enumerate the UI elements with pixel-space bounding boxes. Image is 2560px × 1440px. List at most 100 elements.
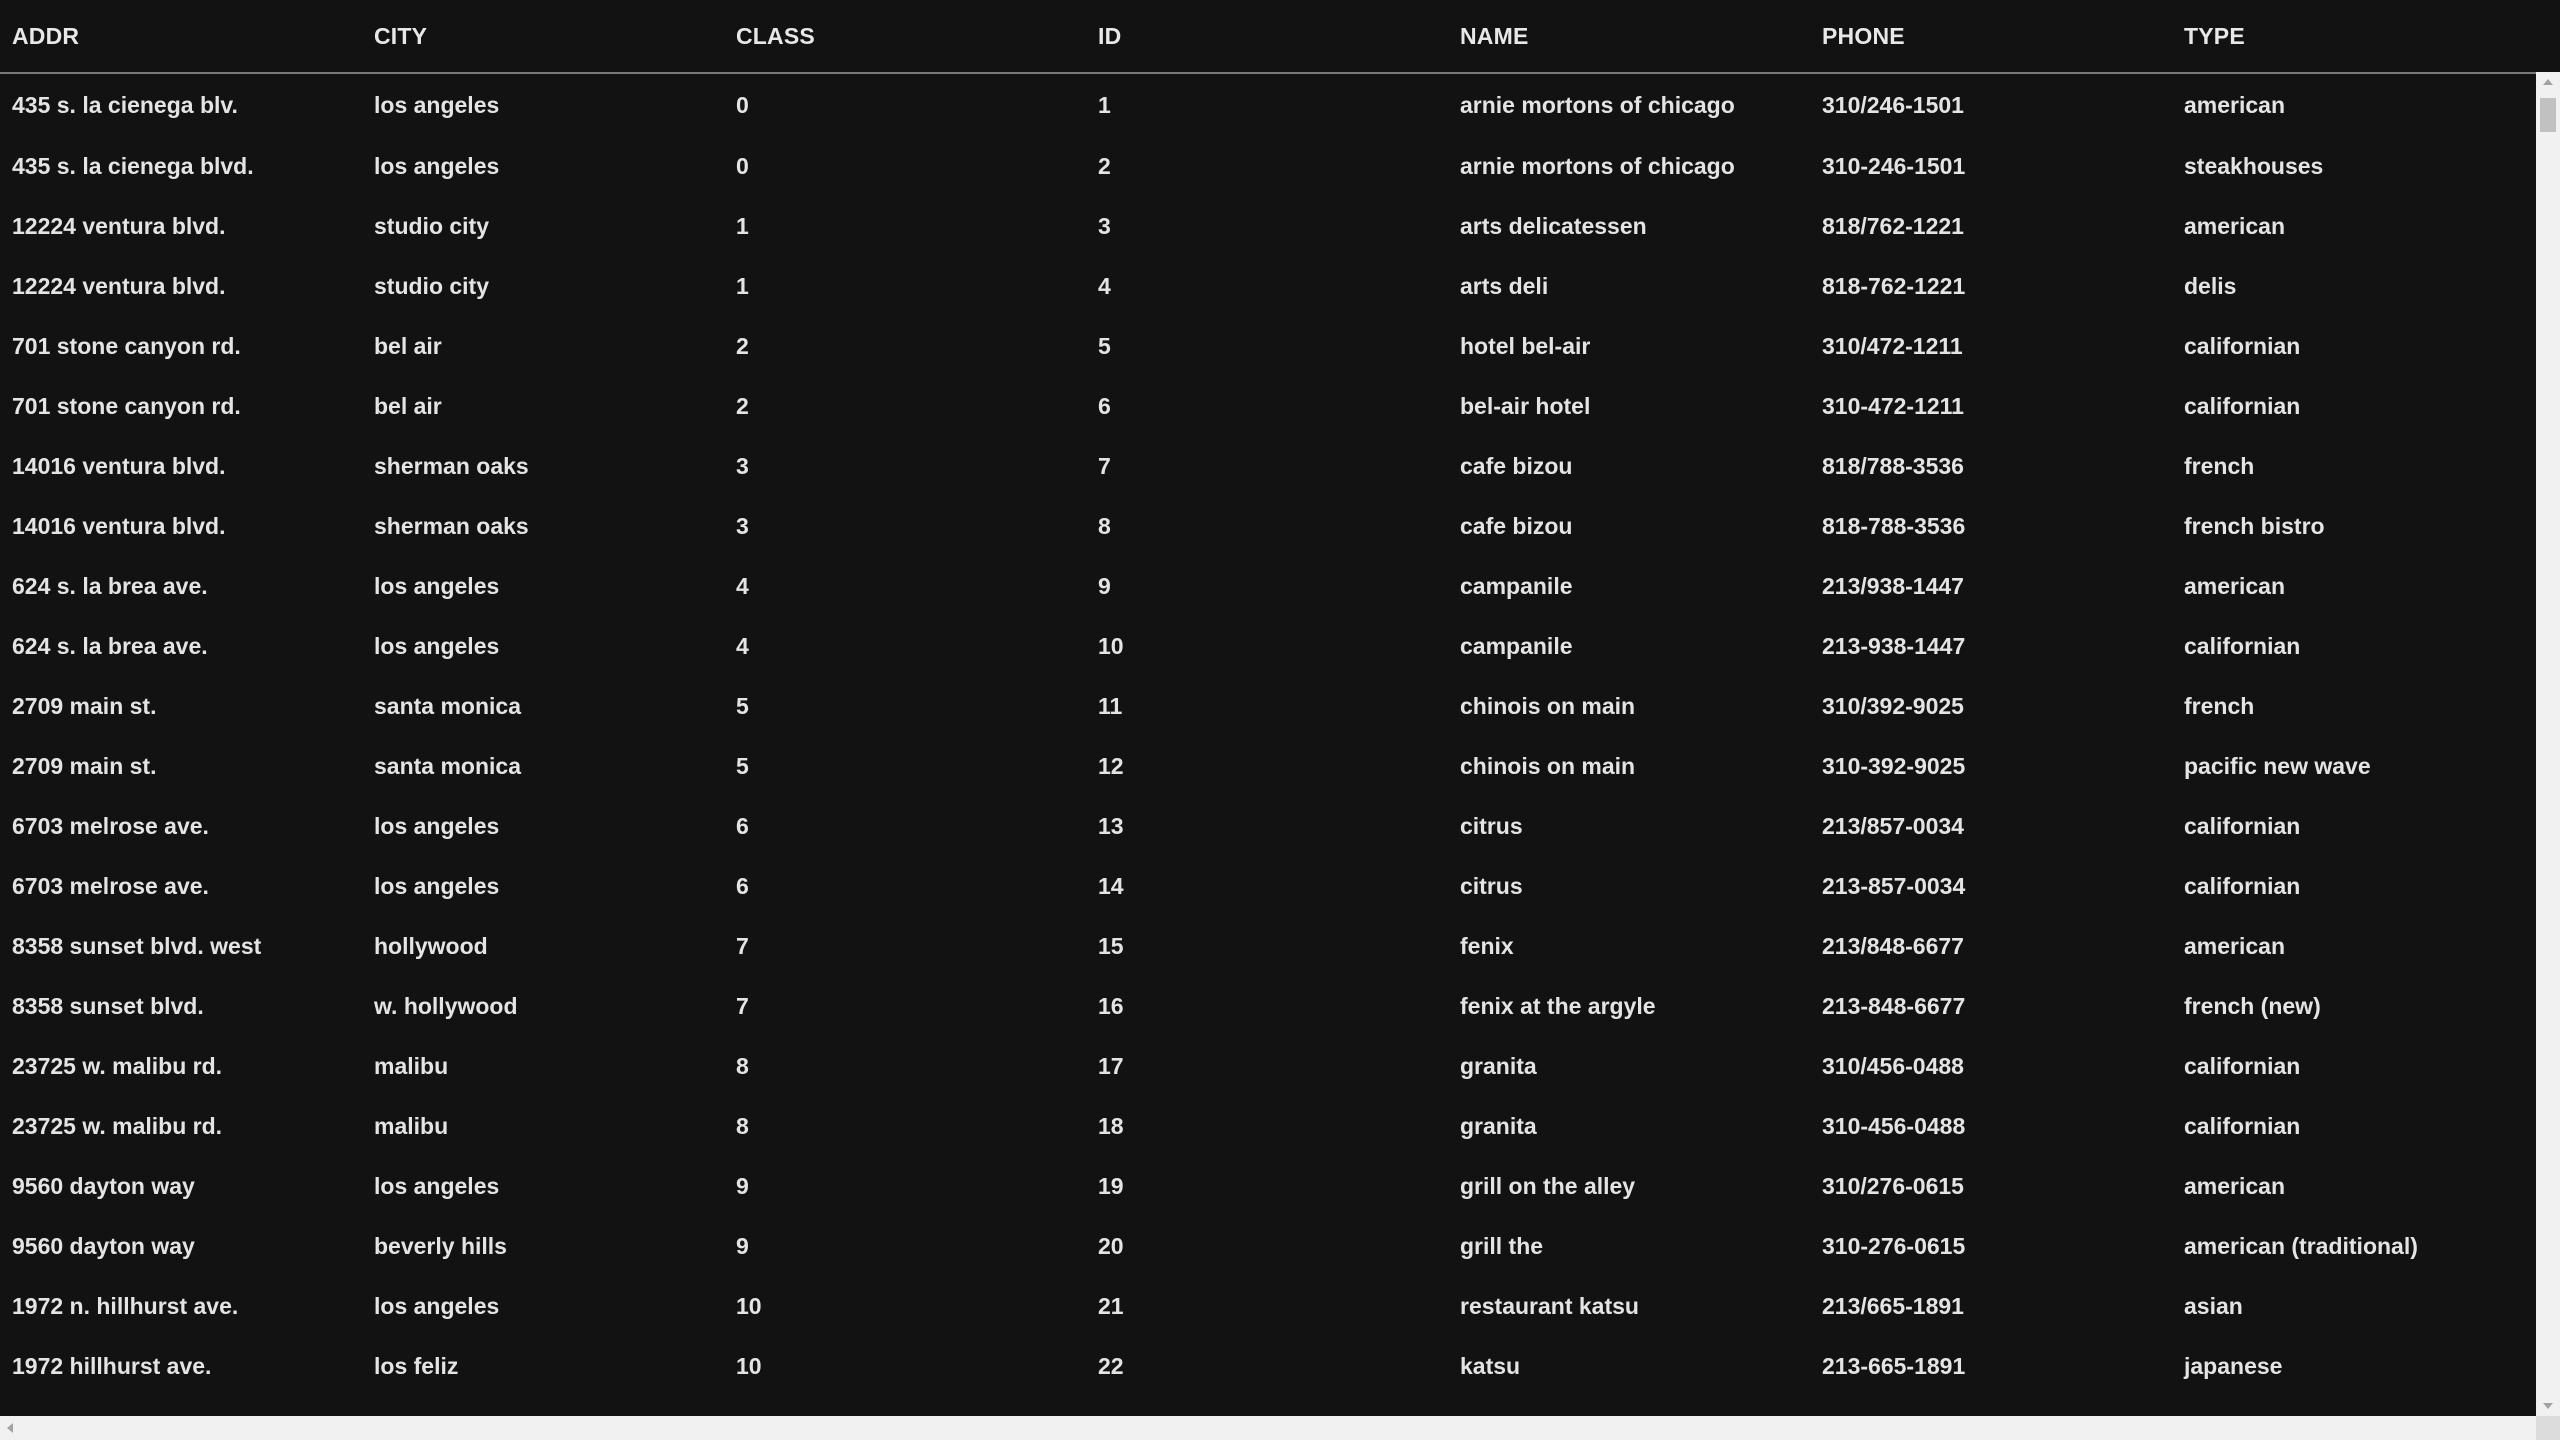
cell-city: studio city [374, 272, 490, 299]
column-header-type[interactable]: TYPE [2172, 0, 2536, 74]
scrollbar-corner [2536, 1416, 2560, 1440]
cell-name: katsu [1460, 1352, 1521, 1379]
cell-addr: 9560 dayton way [12, 1232, 195, 1259]
column-header-name[interactable]: NAME [1448, 0, 1810, 74]
cell-addr: 6703 melrose ave. [12, 812, 209, 839]
cell-addr: 14016 ventura blvd. [12, 512, 226, 539]
cell-addr: 12224 ventura blvd. [12, 212, 226, 239]
cell-class: 9 [736, 1232, 749, 1259]
cell-phone: 310/456-0488 [1822, 1052, 1964, 1079]
cell-phone: 213-938-1447 [1822, 632, 1966, 659]
cell-id: 2 [1098, 152, 1111, 179]
table-row[interactable]: 23725 w. malibu rd. malibu 8 17 granita 310/4… [0, 1036, 2536, 1096]
table-row[interactable]: 14016 ventura blvd. sherman oaks 3 8 cafe bi… [0, 496, 2536, 556]
cell-phone: 310/276-0615 [1822, 1172, 1964, 1199]
cell-name: granita [1460, 1112, 1537, 1139]
cell-city: malibu [374, 1052, 449, 1079]
scroll-down-arrow-icon[interactable] [2536, 1396, 2560, 1416]
cell-id: 18 [1098, 1112, 1124, 1139]
cell-city: bel air [374, 332, 442, 359]
vertical-scrollbar[interactable] [2536, 72, 2560, 1416]
table-viewport[interactable]: ADDR CITY CLASS ID NAME PHONE TYPE 435 s… [0, 0, 2536, 1416]
cell-city: santa monica [374, 692, 521, 719]
column-header-city[interactable]: CITY [362, 0, 724, 74]
cell-phone: 213-857-0034 [1822, 872, 1966, 899]
cell-class: 3 [736, 512, 749, 539]
cell-phone: 310/246-1501 [1822, 91, 1964, 118]
cell-phone: 310-246-1501 [1822, 152, 1966, 179]
cell-class: 7 [736, 992, 749, 1019]
table-row[interactable]: 9560 dayton way los angeles 9 19 grill on th… [0, 1156, 2536, 1216]
cell-addr: 14016 ventura blvd. [12, 452, 226, 479]
table-row[interactable]: 2709 main st. santa monica 5 11 chinois on m… [0, 676, 2536, 736]
scroll-up-arrow-icon[interactable] [2536, 72, 2560, 92]
cell-city: los angeles [374, 91, 500, 118]
cell-class: 6 [736, 872, 749, 899]
cell-addr: 9560 dayton way [12, 1172, 195, 1199]
table-row[interactable]: 701 stone canyon rd. bel air 2 5 hotel bel-a… [0, 316, 2536, 376]
table-row[interactable]: 9560 dayton way beverly hills 9 20 grill the… [0, 1216, 2536, 1276]
cell-name: citrus [1460, 872, 1523, 899]
column-header-class[interactable]: CLASS [724, 0, 1086, 74]
column-header-phone[interactable]: PHONE [1810, 0, 2172, 74]
cell-type: californian [2184, 632, 2301, 659]
table-row[interactable]: 14016 ventura blvd. sherman oaks 3 7 cafe bi… [0, 436, 2536, 496]
scroll-left-arrow-icon[interactable] [0, 1416, 20, 1440]
cell-id: 21 [1098, 1292, 1124, 1319]
table-row[interactable]: 23725 w. malibu rd. malibu 8 18 granita 310-4… [0, 1096, 2536, 1156]
table-row[interactable]: 1972 n. hillhurst ave. los angeles 10 21 res… [0, 1276, 2536, 1336]
cell-city: los angeles [374, 572, 500, 599]
cell-name: campanile [1460, 632, 1573, 659]
table-row[interactable]: 8358 sunset blvd. w. hollywood 7 16 fenix at… [0, 976, 2536, 1036]
cell-name: cafe bizou [1460, 452, 1573, 479]
cell-name: citrus [1460, 812, 1523, 839]
table-row[interactable]: 624 s. la brea ave. los angeles 4 10 campani… [0, 616, 2536, 676]
cell-id: 22 [1098, 1352, 1124, 1379]
table-row[interactable]: 12224 ventura blvd. studio city 1 3 arts del… [0, 196, 2536, 256]
table-row[interactable]: 701 stone canyon rd. bel air 2 6 bel-air hot… [0, 376, 2536, 436]
cell-city: sherman oaks [374, 452, 529, 479]
table-row[interactable]: 1972 hillhurst ave. los feliz 10 22 katsu 213… [0, 1336, 2536, 1396]
table-row[interactable]: 435 s. la cienega blvd. los angeles 0 2 arni… [0, 136, 2536, 196]
table-row[interactable]: 435 s. la cienega blv. los angeles 0 1 arnie… [0, 73, 2536, 136]
cell-class: 4 [736, 572, 749, 599]
table-row[interactable]: 8358 sunset blvd. west hollywood 7 15 fenix 2… [0, 916, 2536, 976]
table-row[interactable]: 12224 ventura blvd. studio city 1 4 arts del… [0, 256, 2536, 316]
cell-city: bel air [374, 392, 442, 419]
cell-city: studio city [374, 212, 490, 239]
cell-type: american [2184, 572, 2286, 599]
cell-name: bel-air hotel [1460, 392, 1591, 419]
cell-addr: 6703 melrose ave. [12, 872, 209, 899]
cell-phone: 310-276-0615 [1822, 1232, 1966, 1259]
cell-id: 10 [1098, 632, 1124, 659]
cell-city: los angeles [374, 152, 500, 179]
cell-id: 17 [1098, 1052, 1124, 1079]
header-row: ADDR CITY CLASS ID NAME PHONE TYPE [0, 0, 2536, 74]
horizontal-scrollbar[interactable] [0, 1416, 2536, 1440]
cell-addr: 8358 sunset blvd. [12, 992, 204, 1019]
cell-name: cafe bizou [1460, 512, 1573, 539]
cell-name: hotel bel-air [1460, 332, 1591, 359]
column-header-addr[interactable]: ADDR [0, 0, 362, 74]
table-row[interactable]: 624 s. la brea ave. los angeles 4 9 campanil… [0, 556, 2536, 616]
cell-city: santa monica [374, 752, 521, 779]
cell-id: 11 [1098, 692, 1123, 719]
table-row[interactable]: 6703 melrose ave. los angeles 6 14 citrus 213… [0, 856, 2536, 916]
column-header-id[interactable]: ID [1086, 0, 1448, 74]
cell-class: 5 [736, 752, 749, 779]
cell-name: arts delicatessen [1460, 212, 1647, 239]
cell-phone: 310/392-9025 [1822, 692, 1964, 719]
cell-class: 10 [736, 1352, 762, 1379]
cell-phone: 310/472-1211 [1822, 332, 1963, 359]
cell-type: californian [2184, 332, 2301, 359]
table-row[interactable]: 2709 main st. santa monica 5 12 chinois on m… [0, 736, 2536, 796]
cell-city: beverly hills [374, 1232, 507, 1259]
cell-phone: 310-456-0488 [1822, 1112, 1966, 1139]
cell-type: american [2184, 212, 2286, 239]
table-row[interactable]: 6703 melrose ave. los angeles 6 13 citrus 213… [0, 796, 2536, 856]
vertical-scroll-thumb[interactable] [2540, 98, 2556, 132]
cell-name: chinois on main [1460, 692, 1636, 719]
cell-class: 8 [736, 1052, 749, 1079]
cell-phone: 818-788-3536 [1822, 512, 1966, 539]
cell-city: los feliz [374, 1352, 459, 1379]
